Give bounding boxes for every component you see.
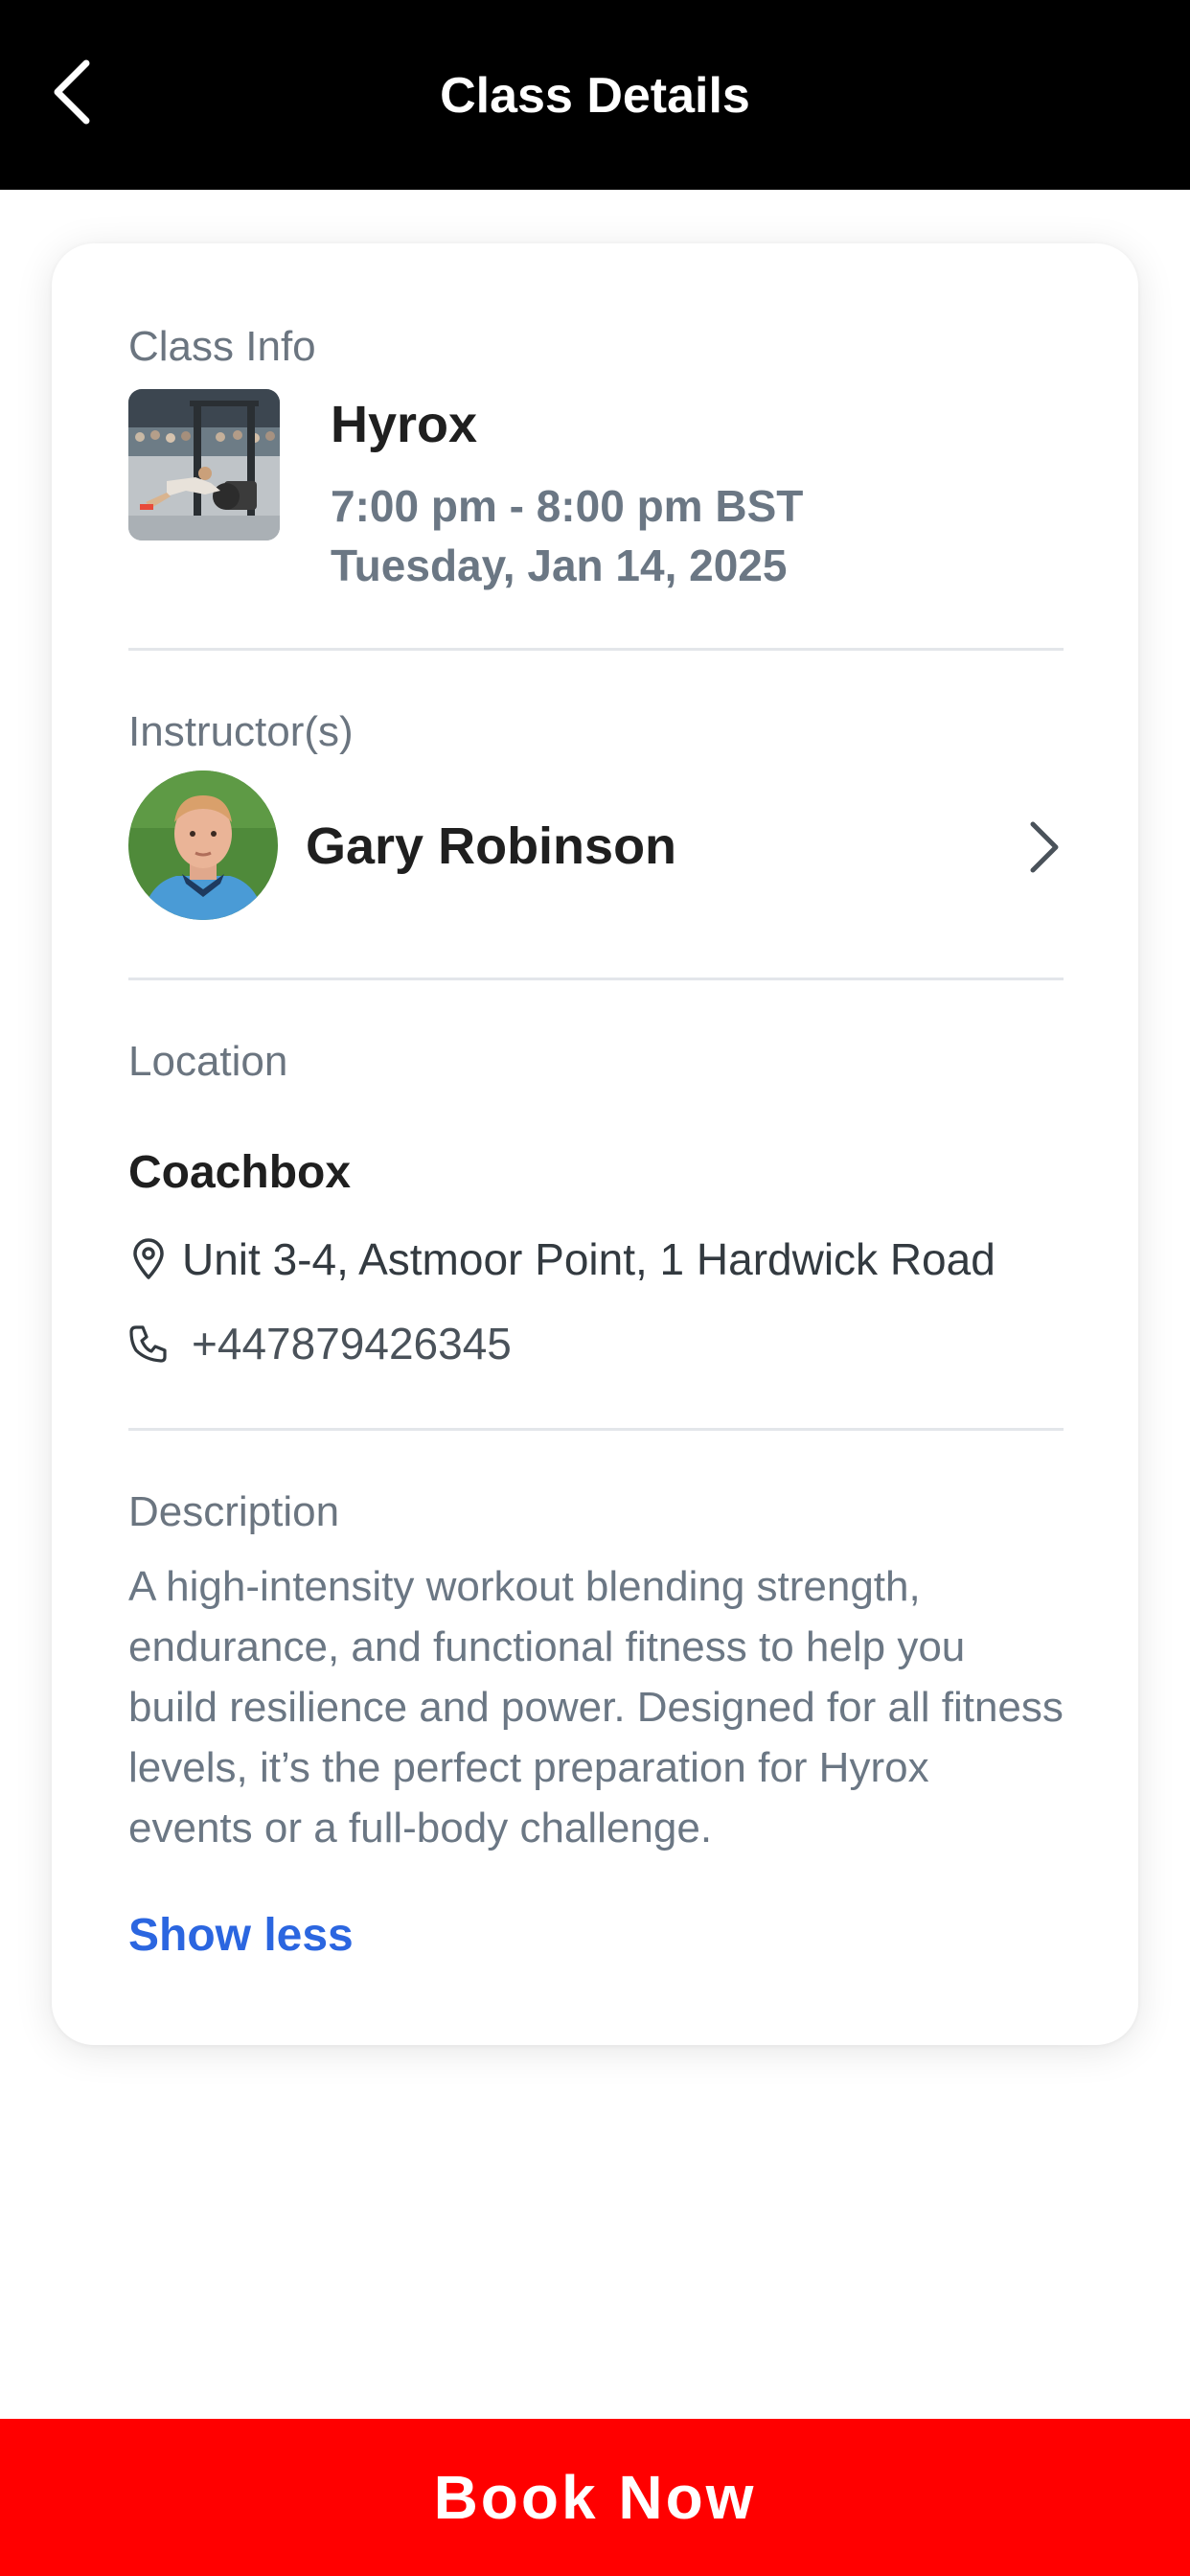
description-text: A high-intensity workout blending streng… — [128, 1563, 1064, 1852]
avatar — [128, 770, 278, 920]
instructor-label: Instructor(s) — [128, 708, 354, 755]
page-title: Class Details — [440, 68, 750, 124]
map-pin-icon — [128, 1236, 169, 1282]
location-address-row: Unit 3-4, Astmoor Point, 1 Hardwick Road — [128, 1230, 995, 1288]
divider — [128, 978, 1064, 980]
show-less-link[interactable]: Show less — [128, 1907, 354, 1965]
description-label: Description — [128, 1488, 340, 1535]
top-bar: Class Details — [0, 0, 1190, 190]
divider — [128, 1428, 1064, 1431]
book-now-button[interactable]: Book Now — [0, 2419, 1190, 2576]
class-time: 7:00 pm - 8:00 pm BST — [331, 481, 804, 531]
chevron-right-icon — [1025, 818, 1064, 876]
class-date: Tuesday, Jan 14, 2025 — [331, 540, 788, 590]
class-details-card: Class Info Hyrox 7:00 pm - 8:00 pm BST T… — [52, 243, 1138, 2045]
divider — [128, 648, 1064, 651]
location-label: Location — [128, 1038, 288, 1085]
class-info-label: Class Info — [128, 323, 316, 370]
class-name: Hyrox — [331, 396, 478, 453]
phone-icon — [128, 1321, 169, 1367]
location-phone[interactable]: +447879426345 — [192, 1315, 512, 1372]
instructor-row[interactable]: Gary Robinson — [128, 770, 1064, 924]
class-details-screen: Class Details Class Info Hyrox 7:00 pm -… — [0, 0, 1190, 2576]
instructor-name: Gary Robinson — [306, 817, 677, 875]
class-thumbnail-image — [128, 389, 280, 540]
location-phone-row[interactable]: +447879426345 — [128, 1315, 512, 1372]
location-name: Coachbox — [128, 1147, 352, 1198]
location-address: Unit 3-4, Astmoor Point, 1 Hardwick Road — [182, 1234, 995, 1284]
